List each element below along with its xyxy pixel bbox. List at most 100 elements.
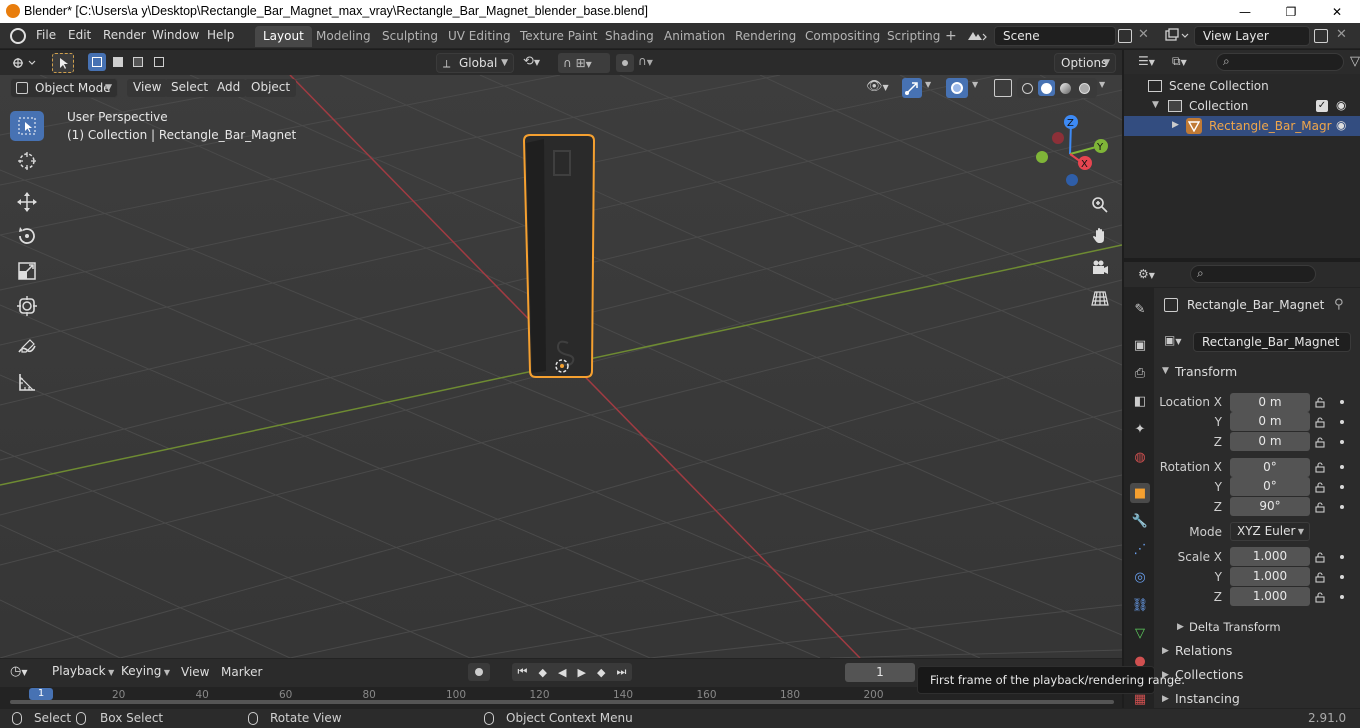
tab-texture-paint[interactable]: Texture Paint [512, 26, 605, 47]
constraints-tab-icon[interactable]: ⛓ [1130, 595, 1150, 615]
chevron-down-icon[interactable]: ▼ [1099, 80, 1105, 89]
lock-icon[interactable] [1314, 571, 1326, 583]
extend-selection-icon[interactable] [109, 53, 127, 71]
menu-select[interactable]: Select [165, 79, 215, 97]
menu-file[interactable]: File [36, 28, 56, 42]
menu-view[interactable]: View [127, 79, 168, 97]
keyframe-dot-icon[interactable] [1340, 420, 1344, 424]
keyframe-dot-icon[interactable] [1340, 575, 1344, 579]
xray-icon[interactable] [994, 79, 1012, 97]
proportional-editing-icon[interactable] [616, 54, 634, 72]
keyframe-dot-icon[interactable] [1340, 465, 1344, 469]
lock-icon[interactable] [1314, 481, 1326, 493]
menu-window[interactable]: Window [152, 28, 199, 42]
physics-tab-icon[interactable]: ◎ [1130, 567, 1150, 587]
navigation-gizmo[interactable]: Z Y X [1032, 114, 1112, 194]
expand-arrow-icon[interactable]: ▶ [1162, 646, 1169, 656]
object-datablock-icon[interactable]: ▣▼ [1164, 333, 1192, 351]
outliner-editor-icon[interactable]: ☰▼ [1138, 54, 1166, 70]
relations-section[interactable]: Relations [1175, 643, 1232, 658]
remove-scene-icon[interactable]: ✕ [1138, 27, 1149, 42]
rotation-x-field[interactable]: 0° [1230, 458, 1310, 477]
editor-type-icon[interactable] [10, 54, 40, 72]
subtract-selection-icon[interactable] [130, 53, 148, 71]
transform-orientation-dropdown[interactable]: Global ▼ ⟂ [436, 53, 514, 73]
menu-edit[interactable]: Edit [68, 28, 91, 42]
outliner-object-name[interactable]: Rectangle_Bar_Magr [1209, 119, 1332, 133]
menu-object[interactable]: Object [245, 79, 297, 97]
jump-keyframe-back-icon[interactable]: ◆ [538, 666, 546, 679]
lock-icon[interactable] [1314, 501, 1326, 513]
instancing-section[interactable]: Instancing [1175, 691, 1240, 706]
timeline-marker-menu[interactable]: Marker [221, 665, 262, 679]
keying-menu[interactable]: Keying ▼ [115, 662, 175, 682]
view-layer-field[interactable]: View Layer [1194, 26, 1310, 46]
scale-x-field[interactable]: 1.000 [1230, 547, 1310, 566]
annotate-tool[interactable] [10, 332, 44, 362]
menu-add[interactable]: Add [211, 79, 247, 97]
blender-menu-icon[interactable] [10, 28, 26, 44]
close-button[interactable]: ✕ [1314, 0, 1360, 23]
location-x-field[interactable]: 0 m [1230, 393, 1310, 412]
lock-icon[interactable] [1314, 461, 1326, 473]
collections-section[interactable]: Collections [1175, 667, 1243, 682]
perspective-grid-icon[interactable] [1087, 285, 1113, 311]
render-tab-icon[interactable]: ▣ [1130, 335, 1150, 355]
playback-menu[interactable]: Playback ▼ [46, 662, 114, 682]
minimize-button[interactable]: — [1222, 0, 1268, 23]
outliner-search-input[interactable]: ⌕ [1216, 53, 1344, 71]
menu-help[interactable]: Help [207, 28, 234, 42]
tab-sculpting[interactable]: Sculpting [374, 26, 446, 47]
scene-name-field[interactable]: Scene [994, 26, 1116, 46]
neg-x-axis[interactable] [1052, 132, 1064, 144]
outliner-scene-collection[interactable]: Scene Collection [1169, 79, 1269, 93]
properties-editor-icon[interactable]: ⚙▼ [1138, 267, 1166, 283]
move-tool[interactable] [10, 187, 44, 217]
keyframe-dot-icon[interactable] [1340, 505, 1344, 509]
tab-rendering[interactable]: Rendering [727, 26, 804, 47]
overlays-icon[interactable] [946, 78, 968, 98]
scale-tool[interactable] [10, 256, 44, 286]
timeline-scrollbar[interactable] [10, 700, 1114, 704]
measure-tool[interactable] [10, 367, 44, 397]
pan-hand-icon[interactable] [1087, 223, 1113, 249]
rectangle-bar-magnet-object[interactable] [516, 131, 606, 391]
keyframe-dot-icon[interactable] [1340, 555, 1344, 559]
scene-tab-icon[interactable]: ✦ [1130, 419, 1150, 439]
modifier-tab-icon[interactable]: 🔧 [1130, 511, 1150, 531]
jump-start-icon[interactable]: ⏮ [518, 665, 528, 679]
tab-modeling[interactable]: Modeling [308, 26, 379, 47]
tab-uv-editing[interactable]: UV Editing [440, 26, 519, 47]
keyframe-dot-icon[interactable] [1340, 595, 1344, 599]
collapse-arrow-icon[interactable]: ▼ [1152, 100, 1159, 110]
copy-scene-icon[interactable] [1118, 29, 1132, 43]
mode-dropdown[interactable]: Object Mode ▼ [10, 78, 118, 98]
zoom-icon[interactable] [1087, 192, 1113, 218]
neg-z-axis[interactable] [1066, 174, 1078, 186]
lock-icon[interactable] [1314, 591, 1326, 603]
keyframe-dot-icon[interactable] [1340, 400, 1344, 404]
exclude-checkbox[interactable]: ✓ [1316, 100, 1328, 112]
pivot-point-icon[interactable]: ⟲▼ [523, 54, 551, 72]
neg-y-axis[interactable] [1036, 151, 1048, 163]
rotate-tool[interactable] [10, 221, 44, 251]
lock-icon[interactable] [1314, 436, 1326, 448]
jump-end-icon[interactable]: ⏭ [617, 665, 627, 679]
tab-layout[interactable]: Layout [255, 26, 312, 47]
delta-transform-section[interactable]: Delta Transform [1189, 620, 1281, 634]
play-reverse-icon[interactable]: ◀ [558, 666, 566, 679]
menu-render[interactable]: Render [103, 28, 146, 42]
transform-tool[interactable] [10, 291, 44, 321]
timeline-view-menu[interactable]: View [181, 665, 209, 679]
camera-view-icon[interactable] [1087, 255, 1113, 281]
tab-shading[interactable]: Shading [597, 26, 662, 47]
play-icon[interactable]: ▶ [578, 666, 586, 679]
auto-keying-icon[interactable] [468, 663, 490, 681]
set-selection-icon[interactable] [88, 53, 106, 71]
scene-icon[interactable] [966, 28, 990, 44]
expand-arrow-icon[interactable]: ▶ [1172, 120, 1179, 130]
add-workspace-icon[interactable]: + [945, 28, 957, 44]
intersect-selection-icon[interactable] [150, 53, 168, 71]
expand-arrow-icon[interactable]: ▶ [1162, 694, 1169, 704]
3d-viewport[interactable]: User Perspective (1) Collection | Rectan… [0, 75, 1122, 658]
